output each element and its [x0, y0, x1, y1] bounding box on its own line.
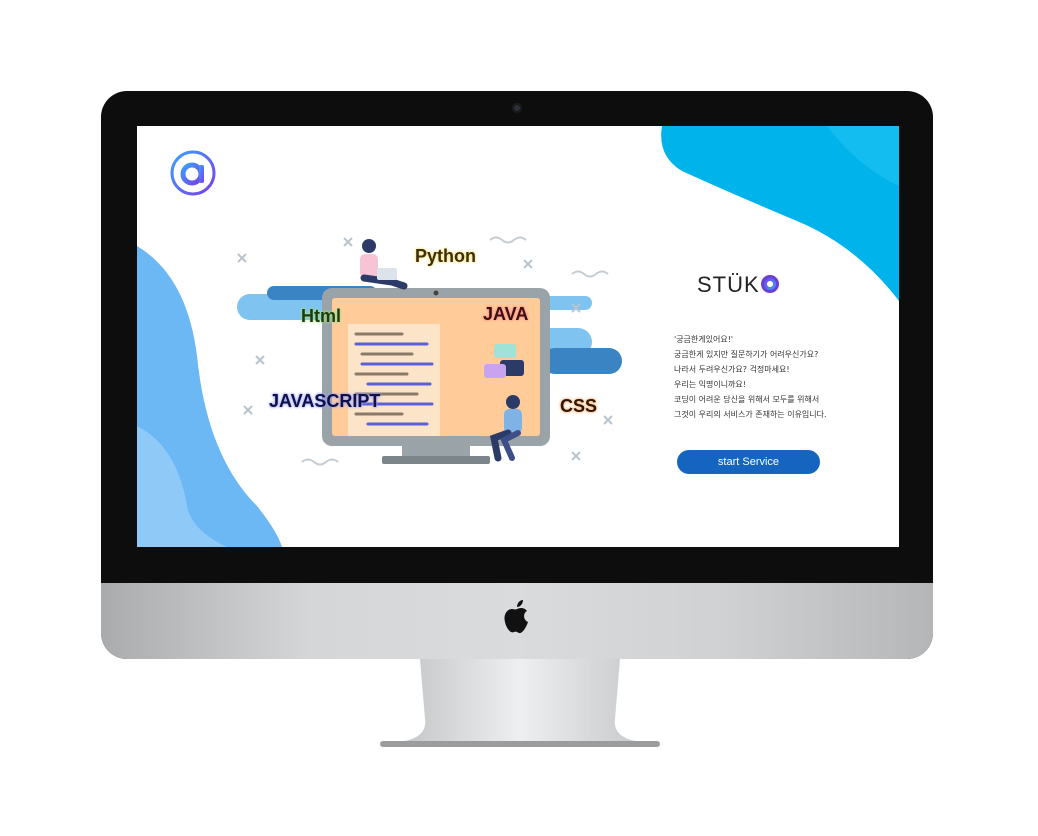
chat-bubble	[484, 364, 506, 378]
language-label-javascript: JAVASCRIPT	[269, 391, 381, 411]
intro-line: 그것이 우리의 서비스가 존재하는 이유입니다.	[674, 410, 827, 419]
code-panel	[348, 324, 440, 436]
language-label-html: Html	[301, 306, 341, 326]
imac-stand	[380, 659, 660, 747]
intro-line: 궁금한게 있지만 질문하기가 어려우신가요?	[674, 350, 819, 359]
language-label-python: Python	[415, 246, 476, 266]
start-service-button[interactable]: start Service	[677, 450, 820, 474]
language-label-java: JAVA	[483, 304, 529, 324]
intro-line: 코딩이 어려운 당신을 위해서 모두를 위해서	[674, 395, 820, 404]
brand-accent-letter	[760, 275, 779, 293]
website-screen: Python Html JAVA JAVASCRIPT CSS STÜK '궁금…	[137, 126, 899, 547]
chat-bubble	[494, 344, 516, 358]
camera-icon	[512, 103, 522, 113]
brand-logo: STÜK	[697, 272, 779, 298]
person-sitting	[360, 239, 408, 290]
intro-line: '궁금한게있어요!'	[674, 335, 734, 344]
app-logo-icon[interactable]	[169, 149, 217, 197]
language-label-css: CSS	[560, 396, 598, 416]
intro-line: 우리는 익명이니까요!	[674, 380, 746, 389]
intro-line: 나라서 두려우신가요? 걱정마세요!	[674, 365, 790, 374]
apple-logo-icon	[504, 600, 528, 634]
brand-text: STÜK	[697, 272, 760, 297]
intro-text: '궁금한게있어요!' 궁금한게 있지만 질문하기가 어려우신가요? 나라서 두려…	[674, 332, 884, 422]
cloud	[542, 348, 622, 374]
